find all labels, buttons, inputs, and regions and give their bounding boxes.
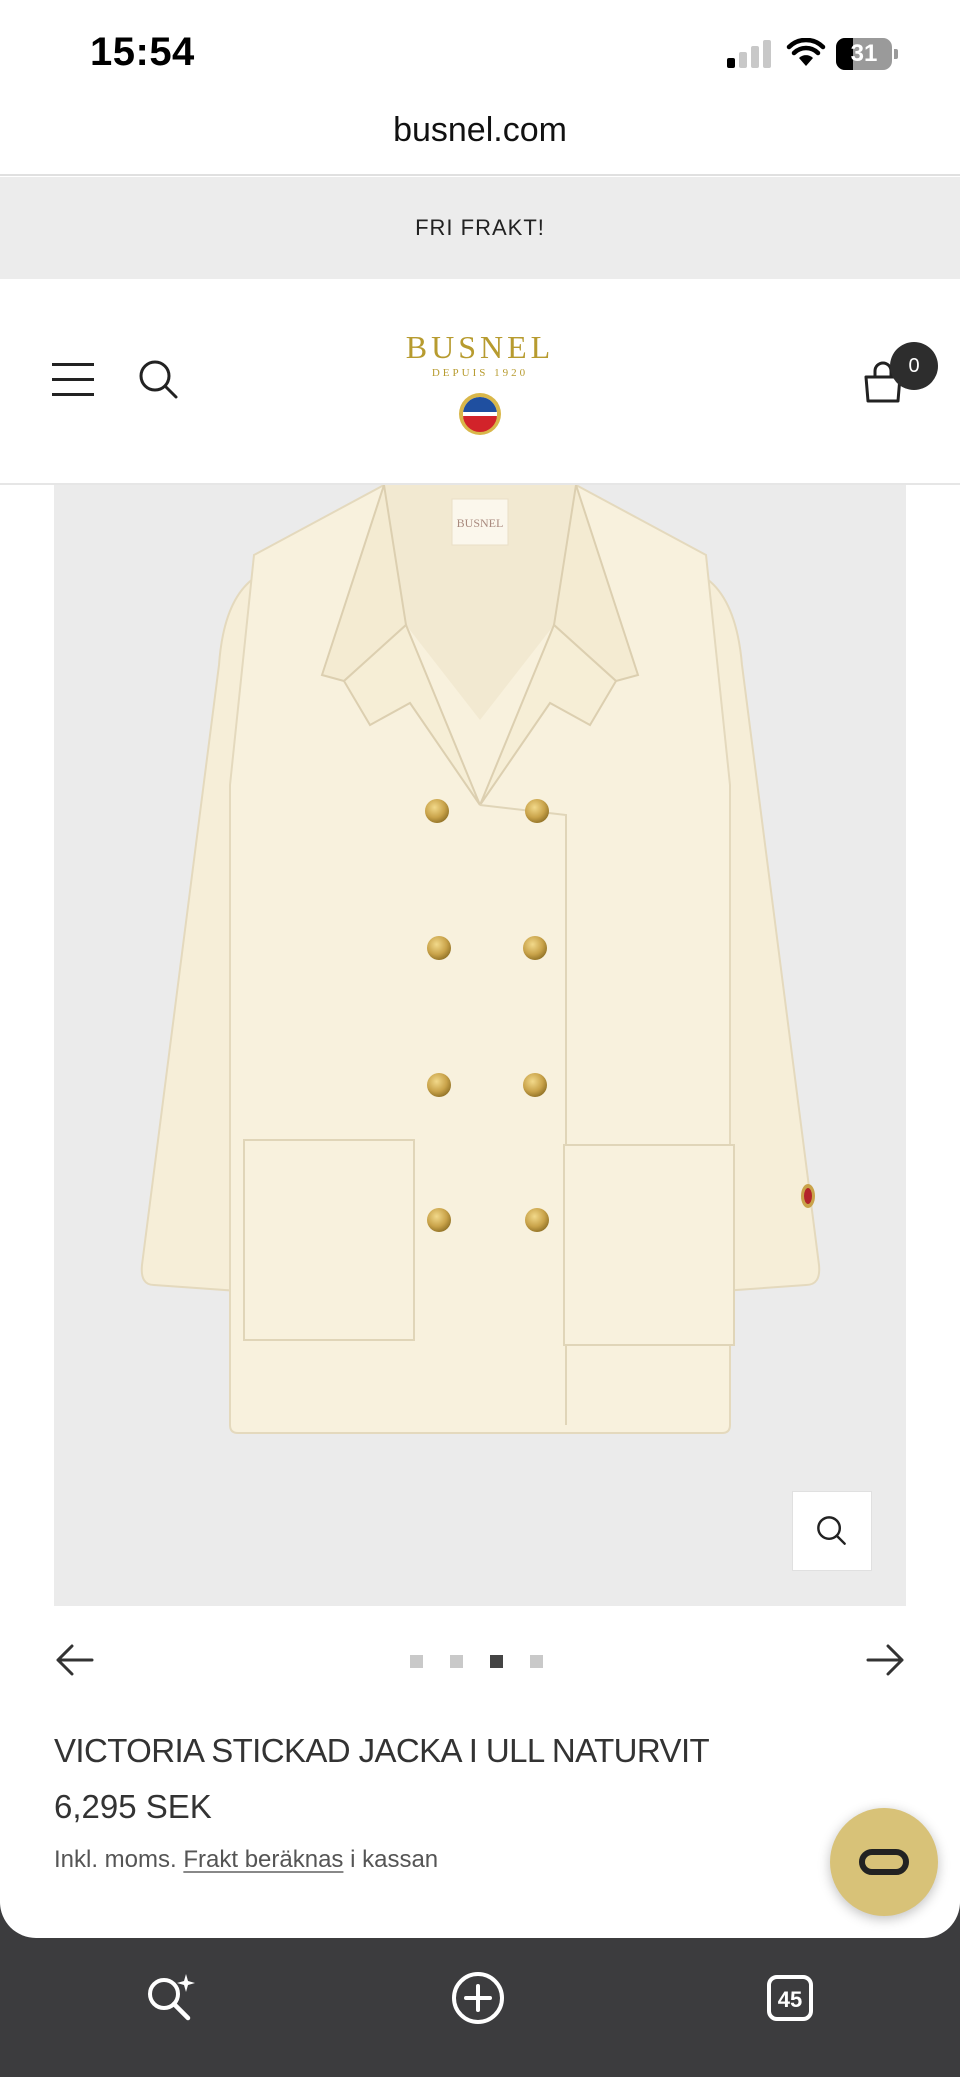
checkout-text: i kassan xyxy=(350,1846,439,1873)
tax-shipping-note: Inkl. moms. Frakt beräknas i kassan xyxy=(54,1846,438,1874)
cellular-signal-icon xyxy=(727,40,771,68)
status-time: 15:54 xyxy=(90,30,195,74)
garment-label-text: BUSNEL xyxy=(457,516,504,530)
product-title: VICTORIA STICKAD JACKA I ULL NATURVIT xyxy=(54,1732,710,1769)
status-bar: 15:54 31 xyxy=(0,0,960,100)
brand-logo[interactable]: BUSNEL DEPUIS 1920 xyxy=(380,329,580,442)
battery-level: 31 xyxy=(850,40,878,67)
browser-page: 15:54 31 busnel.com FRI FRAKT! BUSNEL DE… xyxy=(0,0,960,1938)
new-tab-plus-icon[interactable] xyxy=(448,1968,508,2028)
chat-logo-icon xyxy=(859,1849,909,1875)
carousel-dot-3[interactable] xyxy=(490,1655,503,1668)
tab-count: 45 xyxy=(778,1987,802,2012)
arrow-right-icon[interactable] xyxy=(866,1642,906,1678)
address-bar[interactable]: busnel.com xyxy=(0,100,960,176)
arrow-left-icon[interactable] xyxy=(54,1642,94,1678)
tabs-icon: 45 xyxy=(767,1975,813,2021)
tabs-button[interactable]: 45 xyxy=(760,1968,820,2028)
battery-icon: 31 xyxy=(836,38,898,70)
carousel-dot-1[interactable] xyxy=(410,1655,423,1668)
search-sparkle-icon[interactable] xyxy=(140,1968,200,2028)
search-icon[interactable] xyxy=(136,357,180,401)
wifi-icon xyxy=(786,38,826,66)
product-image-gallery[interactable]: BUSNEL xyxy=(54,485,906,1606)
promo-banner: FRI FRAKT! xyxy=(0,177,960,279)
logo-wordmark: BUSNEL xyxy=(405,329,555,365)
tax-included-text: Inkl. moms. xyxy=(54,1846,177,1873)
product-image: BUSNEL xyxy=(140,485,821,1434)
menu-button[interactable] xyxy=(52,363,96,397)
carousel-navigation xyxy=(0,1636,960,1686)
logo-tagline: DEPUIS 1920 xyxy=(431,367,529,379)
logo-emblem-icon xyxy=(459,393,501,435)
product-price: 6,295 SEK xyxy=(54,1788,212,1825)
cart-count-badge: 0 xyxy=(890,342,938,390)
carousel-dot-4[interactable] xyxy=(530,1655,543,1668)
chat-widget-button[interactable] xyxy=(830,1808,938,1916)
site-header: BUSNEL DEPUIS 1920 0 xyxy=(0,279,960,485)
zoom-icon[interactable] xyxy=(792,1491,872,1571)
browser-toolbar: 45 xyxy=(0,1938,960,2077)
carousel-dot-2[interactable] xyxy=(450,1655,463,1668)
shipping-info-link[interactable]: Frakt beräknas xyxy=(183,1846,343,1873)
